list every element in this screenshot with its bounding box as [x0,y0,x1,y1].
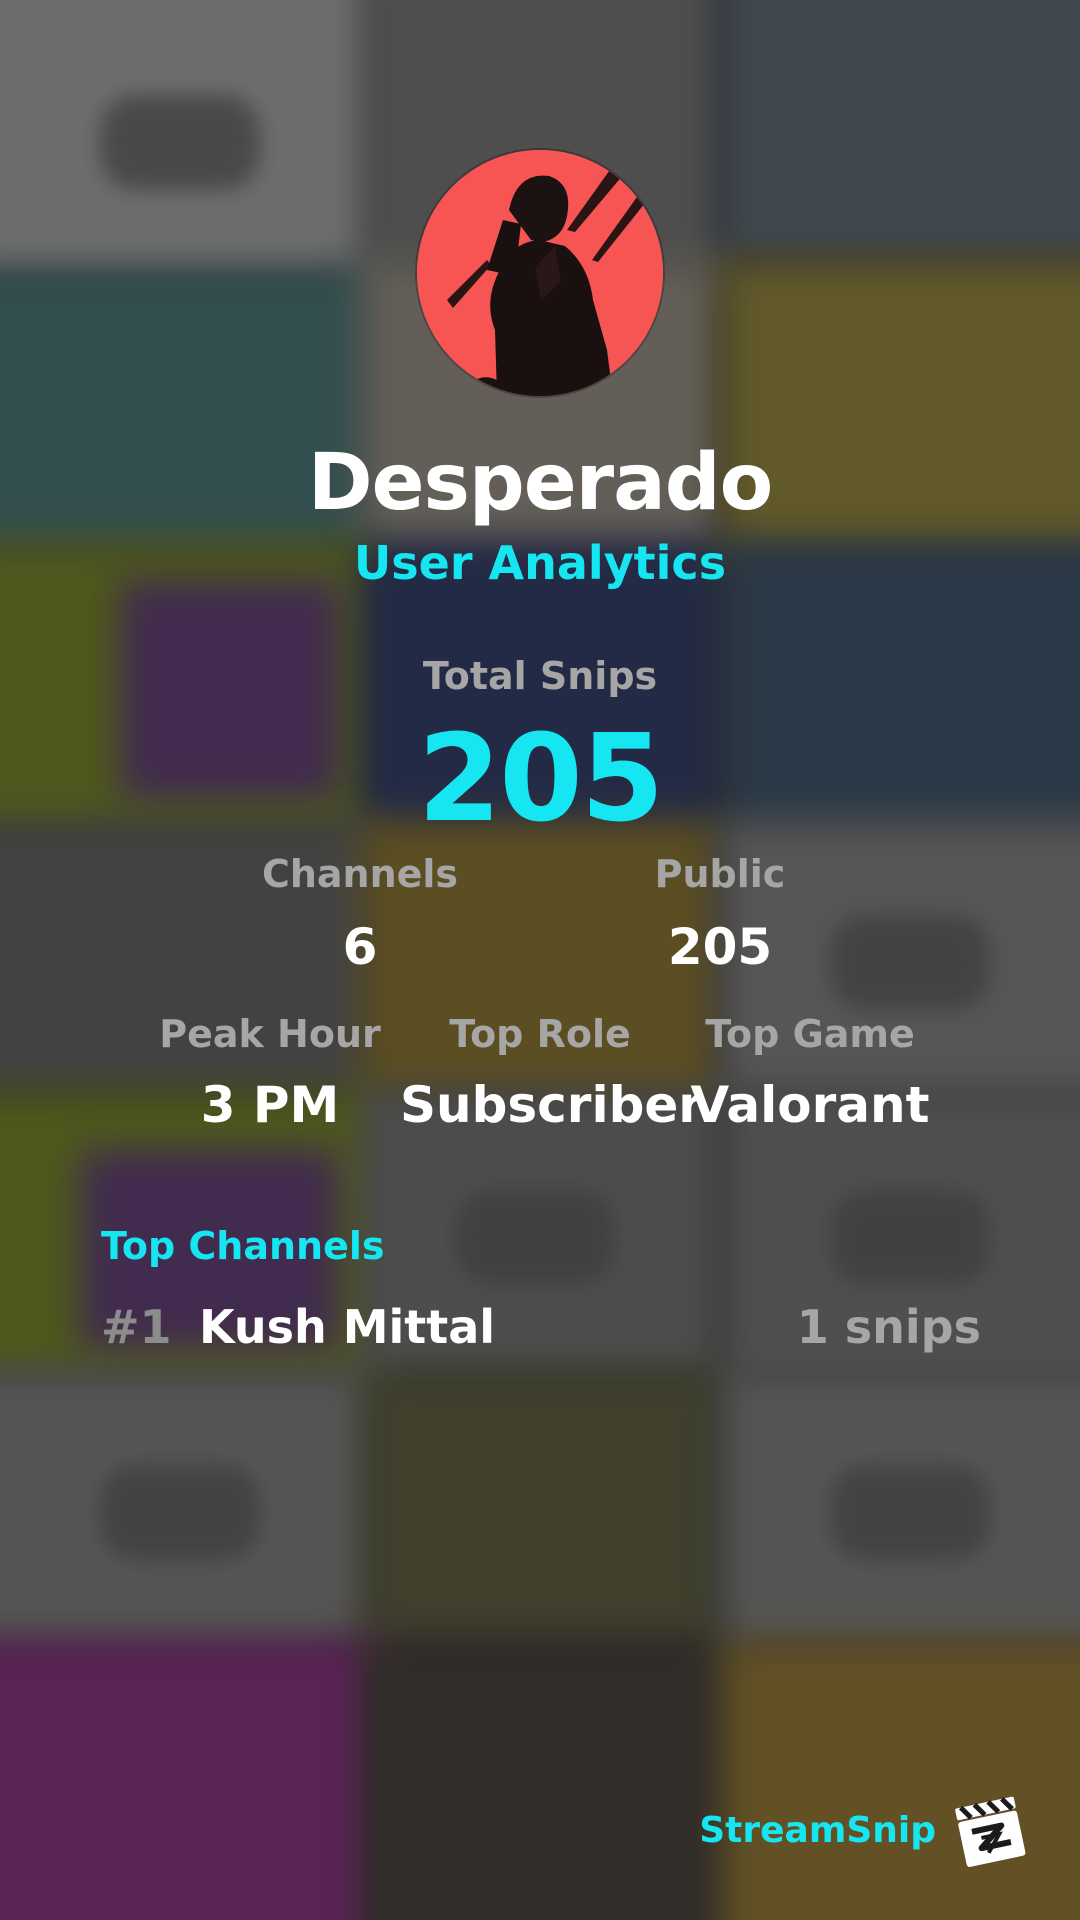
public-label: Public [654,852,786,896]
peak-hour-label: Peak Hour [159,1012,381,1056]
top-role-value: Subscriber [400,1076,703,1134]
page-subtitle: User Analytics [353,536,727,590]
top-game-value: Valorant [690,1076,930,1134]
clapperboard-icon [955,1796,1026,1867]
top-game-stat: Top Game Valorant [680,1012,940,1134]
brand: StreamSnip [699,1790,1030,1870]
peak-hour-value: 3 PM [200,1076,340,1134]
user-avatar-icon [417,150,663,396]
peak-hour-stat: Peak Hour 3 PM [140,1012,400,1134]
total-snips-label: Total Snips [422,654,658,698]
avatar [417,150,663,396]
top-game-label: Top Game [705,1012,915,1056]
top-role-label: Top Role [449,1012,631,1056]
channels-label: Channels [261,852,459,896]
top-channels-title: Top Channels [101,1224,385,1268]
channels-stat: Channels 6 [225,852,495,976]
list-item: #1 Kush Mittal 1 snips [101,1300,981,1370]
channel-rank: #1 [101,1300,172,1354]
analytics-card: Desperado User Analytics Total Snips 205… [0,0,1080,1920]
channel-name: Kush Mittal [199,1300,496,1354]
total-snips-value: 205 [417,710,665,849]
public-value: 205 [667,918,773,976]
channels-value: 6 [342,918,378,976]
brand-name: StreamSnip [699,1809,936,1851]
top-role-stat: Top Role Subscriber [400,1012,703,1134]
channel-snips-count: 1 snips [796,1300,981,1354]
username: Desperado [307,438,773,528]
public-stat: Public 205 [585,852,855,976]
